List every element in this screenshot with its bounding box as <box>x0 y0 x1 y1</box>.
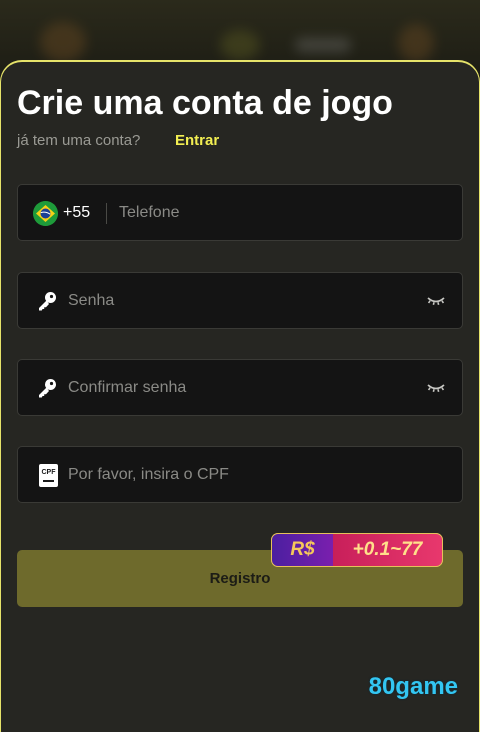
phone-field[interactable]: +55 <box>17 184 463 241</box>
cpf-card-icon: CPF <box>39 464 58 487</box>
bonus-currency: R$ <box>271 533 333 567</box>
cpf-icon-label: CPF <box>41 469 56 476</box>
country-code[interactable]: +55 <box>63 204 90 222</box>
password-input[interactable] <box>68 273 408 328</box>
banner-decoration <box>220 30 260 60</box>
key-icon <box>39 379 56 398</box>
key-icon <box>39 292 56 311</box>
banner-decoration <box>295 38 351 52</box>
banner-decoration <box>40 22 86 62</box>
banner-decoration <box>398 24 434 62</box>
brazil-flag-icon[interactable] <box>33 201 58 226</box>
page-title: Crie uma conta de jogo <box>17 84 393 122</box>
phone-input[interactable] <box>119 185 449 240</box>
confirm-password-field[interactable] <box>17 359 463 416</box>
bonus-badge: R$ +0.1~77 <box>271 533 443 567</box>
brand-logo: 80game <box>368 673 458 700</box>
cpf-input[interactable] <box>68 447 408 502</box>
divider <box>106 203 107 224</box>
eye-closed-icon[interactable] <box>426 293 446 309</box>
eye-closed-icon[interactable] <box>426 380 446 396</box>
login-link[interactable]: Entrar <box>175 132 219 149</box>
login-prompt: já tem uma conta? <box>17 132 141 149</box>
bonus-value: +0.1~77 <box>333 533 443 567</box>
cpf-icon-line <box>43 480 54 482</box>
confirm-password-input[interactable] <box>68 360 408 415</box>
password-field[interactable] <box>17 272 463 329</box>
cpf-field[interactable]: CPF <box>17 446 463 503</box>
